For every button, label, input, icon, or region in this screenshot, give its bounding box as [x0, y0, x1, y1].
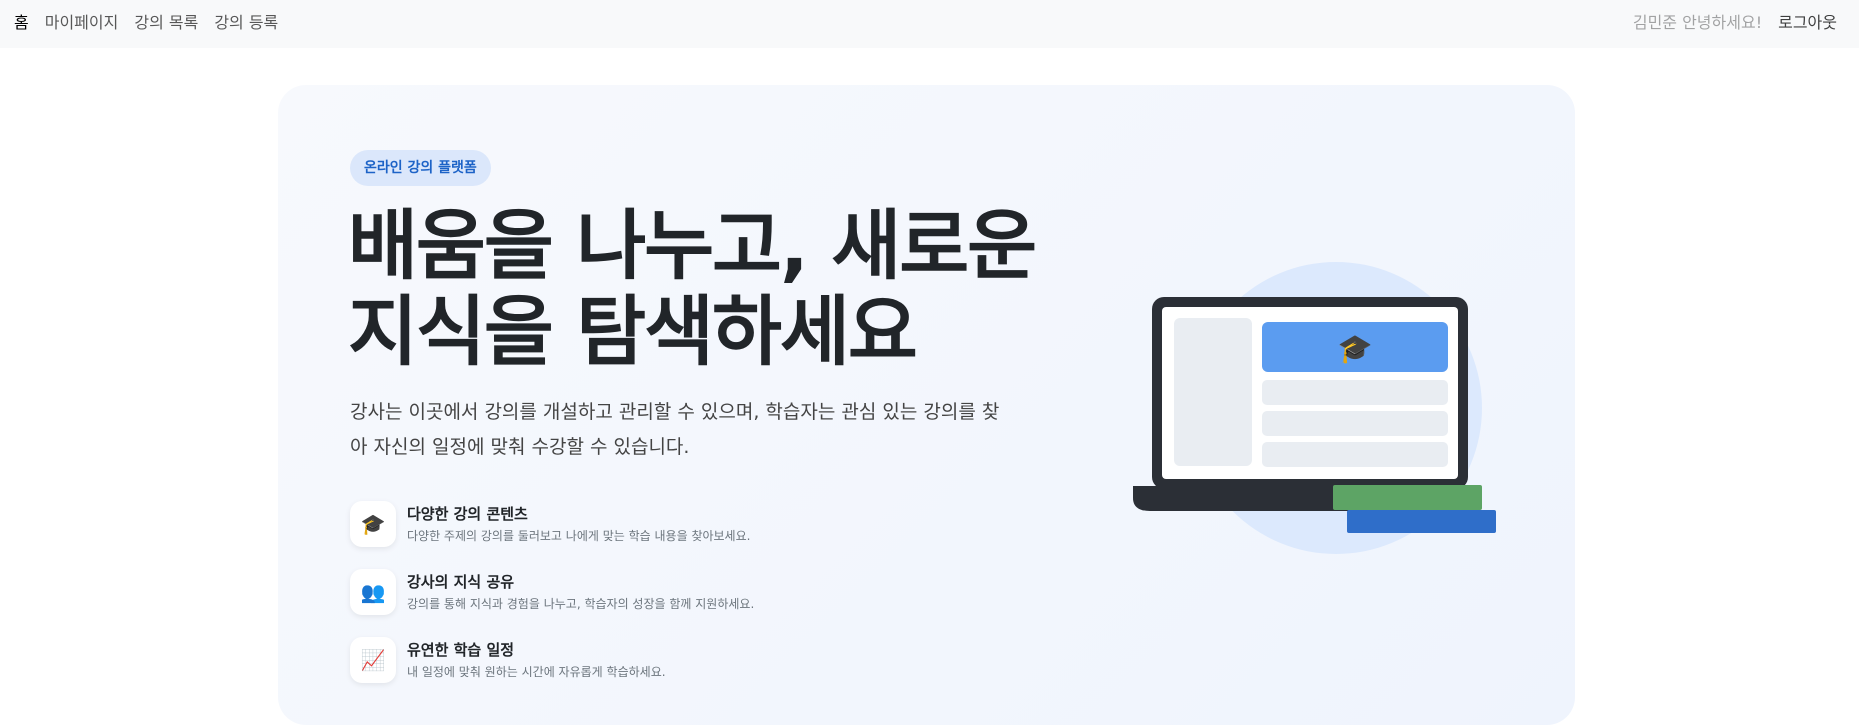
screen-sidebar	[1174, 318, 1252, 466]
feature-title: 유연한 학습 일정	[407, 641, 515, 659]
hero-title-line2: 지식을 탐색하세요	[348, 287, 918, 376]
feature-title: 강사의 지식 공유	[407, 573, 515, 591]
feature-list: 🎓 다양한 강의 콘텐츠 다양한 주제의 강의를 둘러보고 나에게 맞는 학습 …	[350, 501, 1050, 705]
people-icon: 👥	[350, 569, 396, 615]
screen-row	[1262, 442, 1448, 467]
feature-description: 강의를 통해 지식과 경험을 나누고, 학습자의 성장을 함께 지원하세요.	[407, 597, 755, 611]
navbar: 홈 마이페이지 강의 목록 강의 등록 김민준 안녕하세요! 로그아웃	[0, 0, 1859, 48]
nav-mypage-link[interactable]: 마이페이지	[45, 9, 119, 33]
nav-home-link[interactable]: 홈	[14, 9, 29, 33]
chart-up-icon: 📈	[350, 637, 396, 683]
platform-badge: 온라인 강의 플랫폼	[350, 150, 491, 186]
logout-link[interactable]: 로그아웃	[1778, 9, 1837, 33]
nav-course-register-link[interactable]: 강의 등록	[214, 9, 278, 33]
feature-item: 📈 유연한 학습 일정 내 일정에 맞춰 원하는 시간에 자유롭게 학습하세요.	[350, 637, 1050, 705]
feature-item: 🎓 다양한 강의 콘텐츠 다양한 주제의 강의를 둘러보고 나에게 맞는 학습 …	[350, 501, 1050, 569]
graduation-cap-icon: 🎓	[350, 501, 396, 547]
nav-links: 홈 마이페이지 강의 목록 강의 등록	[14, 9, 278, 33]
feature-description: 다양한 주제의 강의를 둘러보고 나에게 맞는 학습 내용을 찾아보세요.	[407, 529, 751, 543]
graduation-cap-icon: 🎓	[1338, 332, 1373, 365]
laptop-illustration: 🎓	[1133, 262, 1496, 554]
screen-row	[1262, 380, 1448, 405]
nav-course-list-link[interactable]: 강의 목록	[134, 9, 198, 33]
hero-title-line1: 배움을 나누고, 새로운	[348, 201, 1037, 290]
user-greeting: 김민준 안녕하세요!	[1632, 13, 1763, 32]
feature-description: 내 일정에 맞춰 원하는 시간에 자유롭게 학습하세요.	[407, 665, 666, 679]
nav-user-area: 김민준 안녕하세요! 로그아웃	[1633, 9, 1837, 33]
blue-book	[1347, 510, 1496, 533]
hero-title: 배움을 나누고, 새로운 지식을 탐색하세요	[348, 203, 1068, 375]
feature-title: 다양한 강의 콘텐츠	[407, 505, 528, 523]
green-book	[1333, 485, 1482, 510]
feature-item: 👥 강사의 지식 공유 강의를 통해 지식과 경험을 나누고, 학습자의 성장을…	[350, 569, 1050, 637]
screen-row	[1262, 411, 1448, 436]
hero-description: 강사는 이곳에서 강의를 개설하고 관리할 수 있으며, 학습자는 관심 있는 …	[350, 401, 1000, 458]
